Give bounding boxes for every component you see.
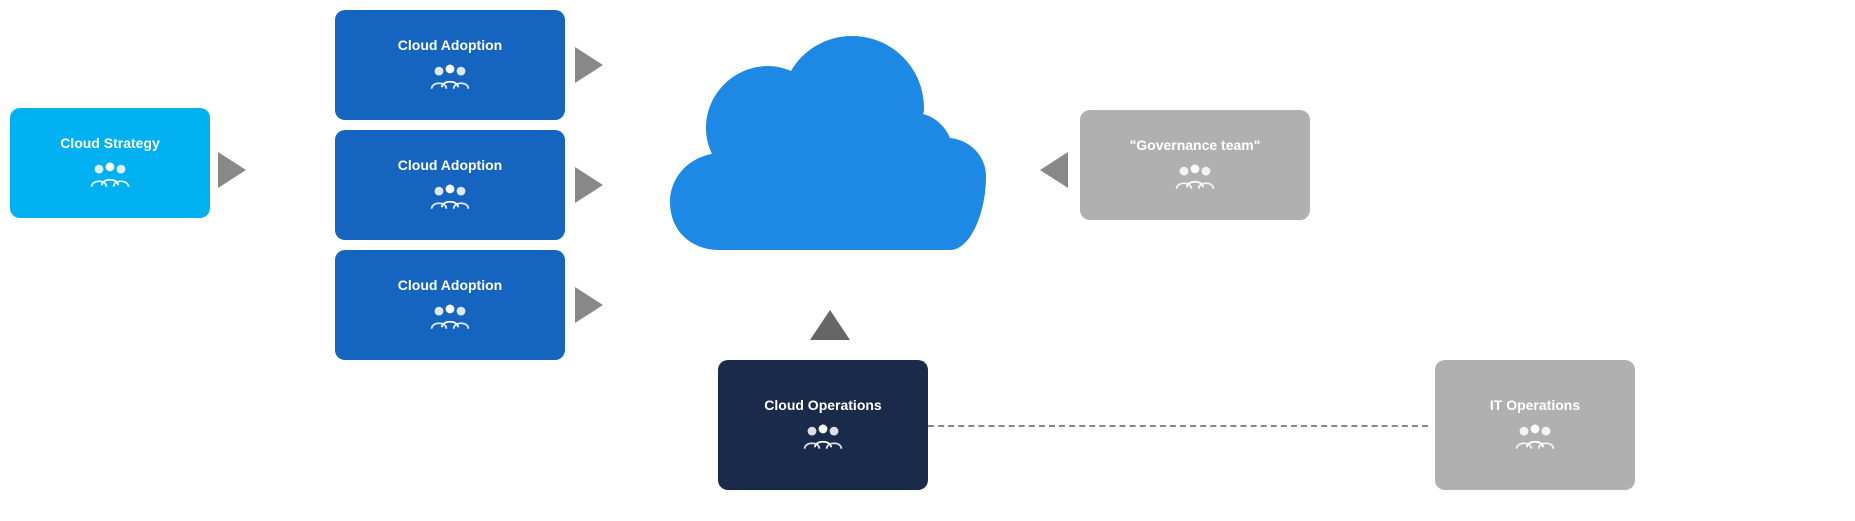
cloud-operations-box: Cloud Operations: [718, 360, 928, 490]
arrow-strategy-to-adoption: [218, 152, 246, 188]
it-operations-icon: [1513, 421, 1557, 453]
cloud-adoption-2-icon: [428, 181, 472, 213]
cloud-adoption-1-label: Cloud Adoption: [398, 37, 502, 54]
cloud-strategy-label: Cloud Strategy: [60, 135, 160, 152]
arrow-adoption1-to-cloud: [575, 47, 603, 83]
cloud-strategy-box: Cloud Strategy: [10, 108, 210, 218]
arrow-adoption2-to-cloud: [575, 167, 603, 203]
it-operations-box: IT Operations: [1435, 360, 1635, 490]
governance-team-label: "Governance team": [1130, 137, 1261, 154]
dashed-line-operations: [928, 425, 1428, 427]
cloud-adoption-3-label: Cloud Adoption: [398, 277, 502, 294]
cloud-adoption-3-icon: [428, 301, 472, 333]
cloud-shape: [640, 20, 1020, 310]
cloud-adoption-2-label: Cloud Adoption: [398, 157, 502, 174]
cloud-operations-icon: [801, 421, 845, 453]
diagram-container: Cloud Strategy Cloud Adoption Cloud Adop: [0, 0, 1855, 521]
arrow-adoption3-to-cloud: [575, 287, 603, 323]
arrow-operations-to-cloud: [810, 310, 850, 340]
governance-team-box: "Governance team": [1080, 110, 1310, 220]
it-operations-label: IT Operations: [1490, 397, 1580, 414]
governance-team-icon: [1173, 161, 1217, 193]
cloud-adoption-box-2: Cloud Adoption: [335, 130, 565, 240]
cloud-adoption-box-3: Cloud Adoption: [335, 250, 565, 360]
cloud-strategy-icon: [88, 159, 132, 191]
cloud-operations-label: Cloud Operations: [764, 397, 881, 414]
cloud-adoption-box-1: Cloud Adoption: [335, 10, 565, 120]
cloud-adoption-1-icon: [428, 61, 472, 93]
arrow-governance-to-cloud: [1040, 152, 1068, 188]
